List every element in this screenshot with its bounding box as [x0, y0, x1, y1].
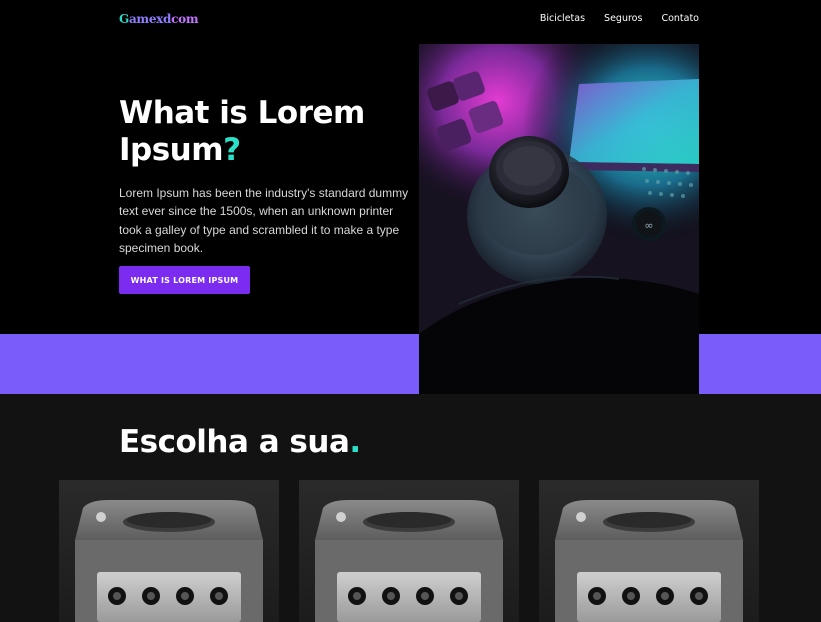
nav-link-contato[interactable]: Contato	[661, 13, 699, 24]
hero-description: Lorem Ipsum has been the industry's stan…	[119, 186, 409, 255]
hero-title-line-2: Ipsum	[119, 132, 224, 168]
logo-part-1: G	[119, 12, 129, 26]
nav-link-seguros[interactable]: Seguros	[604, 13, 642, 24]
main-nav: Bicicletas Seguros Contato	[540, 13, 699, 24]
hero-title: What is Lorem Ipsum?	[119, 95, 419, 169]
choose-section: Escolha a sua.	[0, 394, 821, 622]
svg-text:∞: ∞	[644, 219, 653, 232]
hero-cta-button[interactable]: WHAT IS LOREM IPSUM	[119, 266, 250, 294]
game-controller-image: ∞	[419, 44, 699, 394]
section-title-text: Escolha a sua	[119, 424, 350, 460]
section-title: Escolha a sua.	[119, 424, 361, 460]
hero-title-mark: ?	[223, 132, 241, 168]
nav-link-bicicletas[interactable]: Bicicletas	[540, 13, 585, 24]
product-card[interactable]	[59, 480, 279, 622]
gamecube-image	[59, 480, 279, 622]
hero-title-line-1: What is Lorem	[119, 95, 365, 131]
site-logo[interactable]: Gamexdcom	[119, 12, 199, 26]
product-card[interactable]	[299, 480, 519, 622]
gamecube-image	[299, 480, 519, 622]
site-header: Gamexdcom Bicicletas Seguros Contato	[0, 0, 821, 40]
section-title-mark: .	[349, 424, 361, 460]
logo-part-2: amexd	[128, 12, 172, 26]
product-card[interactable]	[539, 480, 759, 622]
gamecube-image	[539, 480, 759, 622]
logo-part-3: com	[171, 12, 199, 26]
